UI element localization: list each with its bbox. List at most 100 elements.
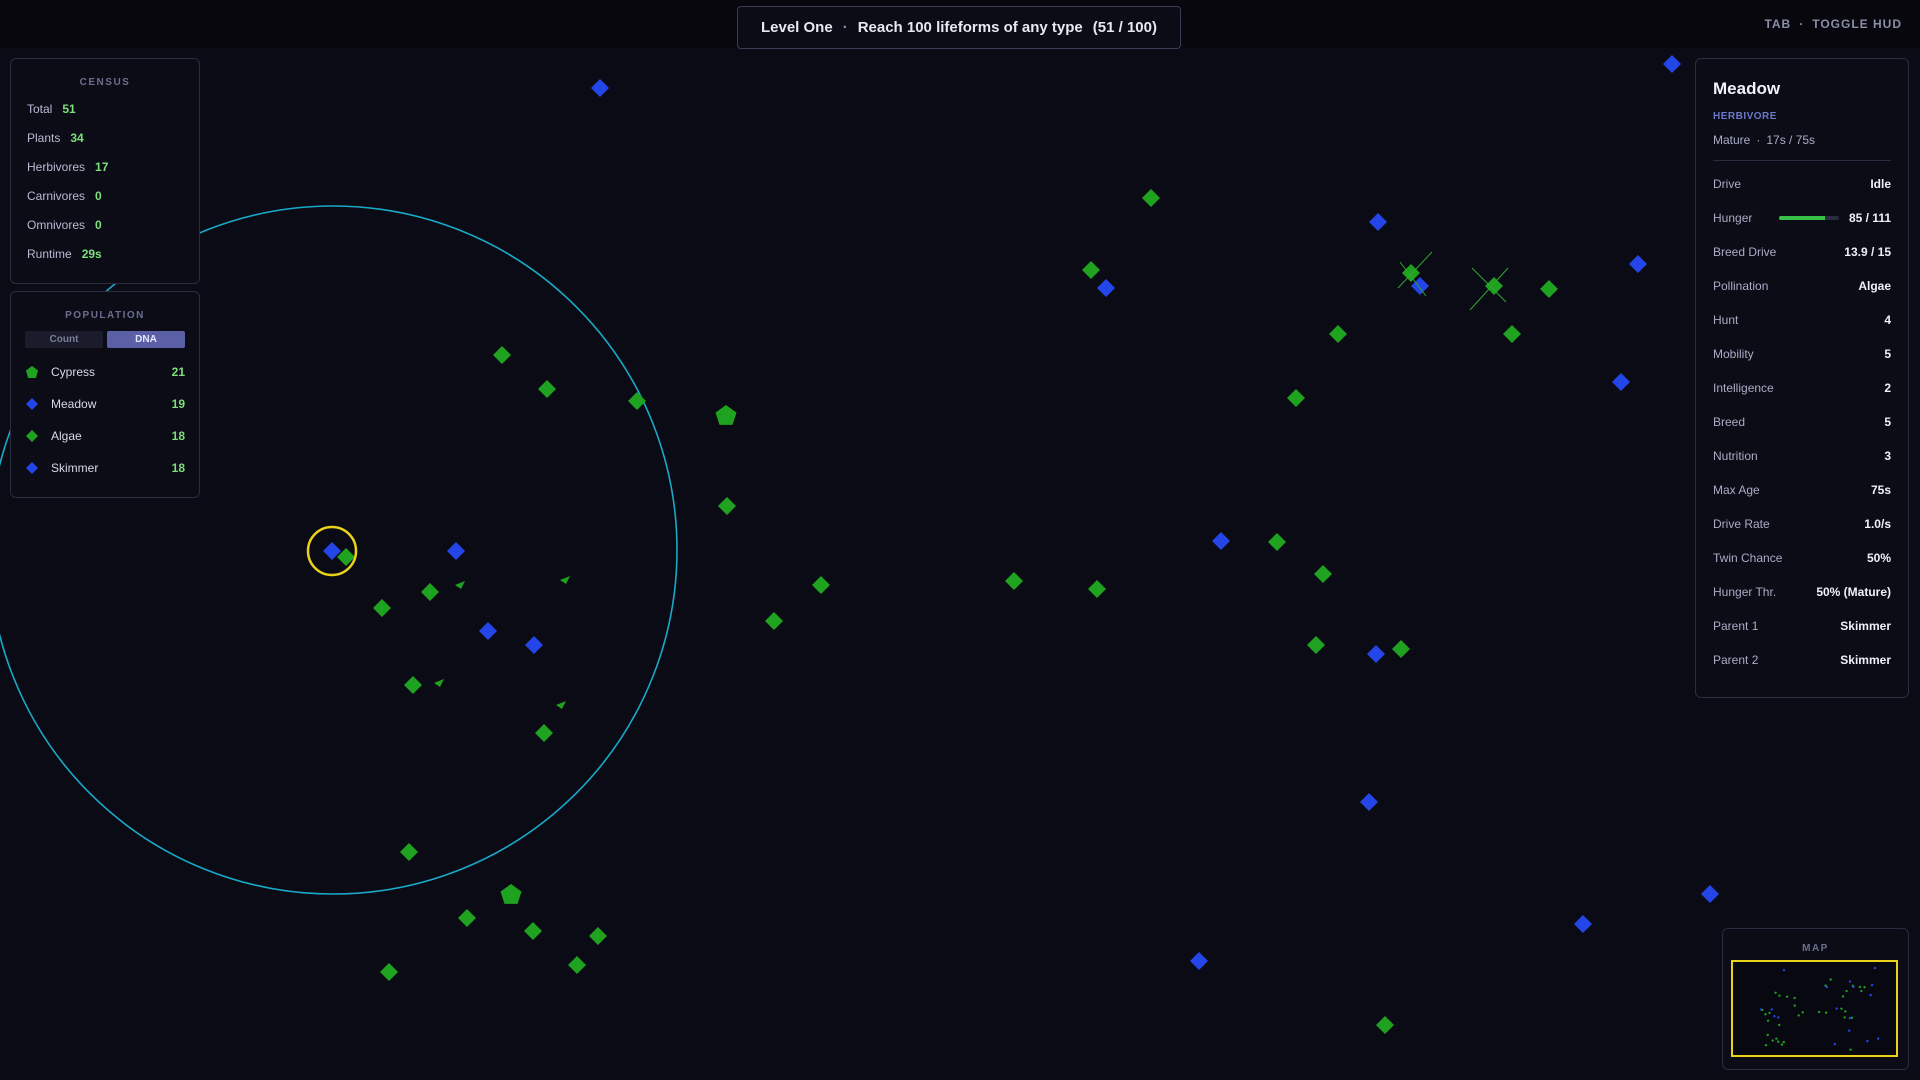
census-value: 34 [70, 131, 84, 145]
herbivore-creature[interactable] [1629, 255, 1647, 273]
minimap-dot [1843, 1016, 1846, 1019]
algae-plant[interactable] [1402, 264, 1420, 282]
algae-plant[interactable] [524, 922, 542, 940]
stage-separator: · [1756, 133, 1761, 147]
minimap-dot [1768, 1011, 1771, 1015]
stat-label: Hunt [1713, 313, 1739, 327]
hunger-bar-fill [1778, 216, 1826, 220]
stat-label: Hunger Thr. [1713, 585, 1777, 599]
cypress-plant[interactable] [500, 884, 522, 904]
algae-plant[interactable] [1329, 325, 1347, 343]
algae-plant[interactable] [1268, 533, 1286, 551]
census-label: Total [27, 102, 53, 116]
minimap-viewport[interactable] [1731, 960, 1898, 1057]
algae-plant[interactable] [1376, 1016, 1394, 1034]
stat-row-breed-drive: Breed Drive 13.9 / 15 [1713, 235, 1891, 269]
stat-row-hunger-threshold: Hunger Thr. 50% (Mature) [1713, 575, 1891, 609]
census-row-total: Total 51 [27, 101, 183, 117]
stat-value: 75s [1870, 483, 1891, 497]
stat-value: 5 [1884, 415, 1891, 429]
minimap-dot [1866, 1039, 1869, 1043]
stat-label: Breed [1713, 415, 1746, 429]
algae-plant[interactable] [1392, 640, 1410, 658]
algae-plant[interactable] [373, 599, 391, 617]
algae-plant[interactable] [404, 676, 422, 694]
algae-plant[interactable] [458, 909, 476, 927]
stat-label: Mobility [1713, 347, 1754, 361]
herbivore-creature[interactable] [1663, 55, 1681, 73]
algae-plant[interactable] [400, 843, 418, 861]
herbivore-creature[interactable] [1190, 952, 1208, 970]
species-count: 18 [171, 461, 185, 475]
herbivore-creature[interactable] [525, 636, 543, 654]
herbivore-creature[interactable] [1212, 532, 1230, 550]
seedling [556, 701, 566, 709]
herbivore-creature[interactable] [1360, 793, 1378, 811]
algae-plant[interactable] [1540, 280, 1558, 298]
algae-plant[interactable] [421, 583, 439, 601]
minimap-dot [1793, 1004, 1796, 1007]
minimap-title: MAP [1802, 943, 1829, 954]
stat-label: Twin Chance [1713, 551, 1783, 565]
stat-row-nutrition: Nutrition 3 [1713, 439, 1891, 473]
level-name: Level One [760, 19, 833, 36]
algae-plant[interactable] [1142, 189, 1160, 207]
species-row[interactable]: Meadow 19 [25, 396, 185, 412]
herbivore-creature[interactable] [1369, 213, 1387, 231]
minimap-dot [1858, 985, 1862, 989]
algae-plant[interactable] [538, 380, 556, 398]
algae-plant[interactable] [812, 576, 830, 594]
stat-value: 13.9 / 15 [1844, 245, 1891, 259]
herbivore-creature[interactable] [1574, 915, 1592, 933]
algae-plant[interactable] [1485, 277, 1503, 295]
minimap-dot [1844, 1010, 1847, 1013]
herbivore-creature[interactable] [591, 79, 609, 97]
species-row[interactable]: Cypress 21 [25, 364, 185, 380]
species-name: Cypress [51, 365, 96, 379]
dna-mode-button[interactable]: DNA [107, 331, 185, 348]
hunger-bar [1778, 216, 1839, 220]
count-mode-button[interactable]: Count [25, 331, 103, 348]
minimap-dot [1825, 985, 1829, 989]
stat-row-pollination: Pollination Algae [1713, 269, 1891, 303]
pentagon-icon [25, 365, 43, 379]
algae-plant[interactable] [1314, 565, 1332, 583]
minimap-dot [1840, 1007, 1843, 1010]
minimap-dot [1849, 1048, 1852, 1051]
toggle-hud-hint[interactable]: TAB · TOGGLE HUD [1764, 17, 1902, 31]
algae-plant[interactable] [1005, 572, 1023, 590]
algae-plant[interactable] [1082, 261, 1100, 279]
stat-row-intelligence: Intelligence 2 [1713, 371, 1891, 405]
herbivore-creature[interactable] [1367, 645, 1385, 663]
minimap-dot [1848, 980, 1852, 983]
algae-plant[interactable] [628, 392, 646, 410]
algae-plant[interactable] [1307, 636, 1325, 654]
algae-plant[interactable] [380, 963, 398, 981]
minimap-dot [1817, 1010, 1821, 1014]
minimap-dot [1778, 994, 1781, 997]
species-row[interactable]: Algae 18 [25, 428, 185, 444]
divider [1713, 160, 1891, 161]
herbivore-creature[interactable] [1612, 373, 1630, 391]
algae-plant[interactable] [493, 346, 511, 364]
game-world[interactable] [0, 0, 1920, 1080]
algae-plant[interactable] [718, 497, 736, 515]
algae-plant[interactable] [589, 927, 607, 945]
stat-value: Algae [1858, 279, 1891, 293]
stat-value: 85 / 111 [1848, 211, 1891, 225]
algae-plant[interactable] [1088, 580, 1106, 598]
species-row[interactable]: Skimmer 18 [25, 460, 185, 476]
herbivore-creature[interactable] [447, 542, 465, 560]
herbivore-creature[interactable] [479, 622, 497, 640]
species-count: 19 [171, 397, 185, 411]
algae-plant[interactable] [765, 612, 783, 630]
herbivore-creature[interactable] [1097, 279, 1115, 297]
algae-plant[interactable] [535, 724, 553, 742]
stage-label: Mature [1713, 133, 1751, 147]
algae-plant[interactable] [1287, 389, 1305, 407]
cypress-plant[interactable] [715, 405, 737, 425]
minimap-dot [1848, 1016, 1852, 1020]
herbivore-creature[interactable] [1701, 885, 1719, 903]
algae-plant[interactable] [1503, 325, 1521, 343]
algae-plant[interactable] [568, 956, 586, 974]
